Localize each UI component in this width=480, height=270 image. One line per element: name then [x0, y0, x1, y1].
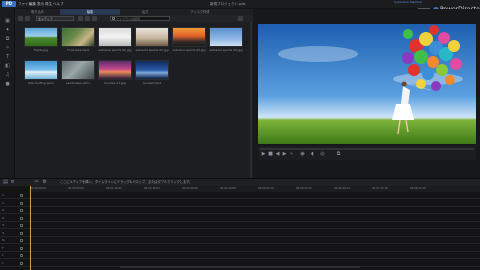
track-label: ♪ — [2, 260, 4, 265]
thumb-caption: Kite Surfing.wmv — [28, 81, 54, 85]
media-filter-select[interactable]: 全メディア — [36, 16, 74, 21]
account-link[interactable]: CyberLink Member — [394, 0, 422, 5]
fx-room-icon[interactable]: ✦ — [4, 27, 11, 33]
track-lock-icon[interactable] — [20, 254, 23, 257]
audio-mixing-icon[interactable]: ♫ — [4, 72, 11, 78]
thumb-caption: extreme sports 04.jpg — [209, 48, 243, 52]
view-audio-icon[interactable] — [92, 16, 97, 21]
view-video-icon[interactable] — [78, 16, 83, 21]
track-lock-icon[interactable] — [20, 261, 23, 265]
track-label: 1. — [2, 200, 5, 205]
thumb-caption: extreme sports 01.jpg — [98, 48, 132, 52]
timeline-track[interactable] — [0, 230, 480, 237]
play-icon[interactable]: ▶ — [261, 152, 266, 157]
timeline-track[interactable] — [0, 215, 480, 222]
stop-icon[interactable]: ■ — [268, 152, 273, 157]
thumb-caption: extreme sports 03.jpg — [172, 48, 206, 52]
library-search-input[interactable]: ライブラリの検索 — [110, 16, 170, 21]
library-menu-icon[interactable] — [238, 16, 243, 21]
timeline-track[interactable] — [0, 192, 480, 199]
menu-view[interactable]: 表示 — [37, 1, 44, 7]
timeline-track[interactable] — [0, 207, 480, 214]
thumb-sunrise-photo[interactable] — [98, 60, 132, 80]
volume-icon[interactable]: ◖ — [310, 152, 315, 157]
thumb-caption: Landscape.wmv — [65, 81, 91, 85]
menu-play[interactable]: 再生 — [45, 1, 52, 7]
track-lock-icon[interactable] — [20, 216, 23, 220]
title-room-icon[interactable]: T — [4, 54, 11, 60]
menu-edit[interactable]: 編集 — [29, 1, 36, 7]
tools-icon[interactable]: ⚙ — [42, 180, 47, 185]
track-label: 2. — [2, 215, 5, 220]
thumb-skydive-photo[interactable] — [209, 27, 243, 47]
fast-forward-icon[interactable]: » — [289, 152, 294, 157]
track-label: 1. — [2, 193, 5, 197]
track-label: 3. — [2, 223, 5, 227]
timeline-hint: ここにメディアを挿入、タイムラインにドラッグ&ドロップ、またはダブルクリックしま… — [60, 180, 193, 184]
thumb-bike-photo[interactable] — [98, 27, 132, 47]
track-label: 3. — [2, 230, 5, 235]
view-photo-icon[interactable] — [85, 16, 90, 21]
voiceover-icon[interactable]: ● — [4, 81, 11, 87]
track-lock-icon[interactable] — [20, 224, 23, 227]
pip-room-icon[interactable]: ⧉ — [4, 36, 11, 42]
track-label: T — [2, 245, 4, 250]
timeline-track[interactable] — [0, 245, 480, 252]
thumb-sunset-video[interactable] — [135, 60, 169, 80]
undock-icon[interactable]: ⧉ — [336, 152, 341, 157]
track-lock-icon[interactable] — [20, 194, 23, 197]
thumb-kite-video[interactable] — [24, 60, 58, 80]
thumb-caption: extreme sports 02.jpg — [135, 48, 169, 52]
thumb-field-photo[interactable] — [24, 27, 58, 47]
app-logo-icon: PD — [2, 1, 16, 7]
thumb-caption: Sunrise 01.jpg — [104, 81, 126, 85]
thumb-caption: Food.Kiss.mp4 — [67, 48, 89, 52]
preview-quality-icon[interactable]: ◎ — [320, 152, 325, 157]
balloon-girl-image — [258, 24, 476, 144]
plugin-icon[interactable] — [25, 16, 30, 21]
room-toolbar — [0, 8, 15, 178]
playhead[interactable] — [30, 186, 31, 270]
thumb-caption: Sunset.mp4 — [143, 81, 161, 85]
timeline-view-icon[interactable]: ≡ — [10, 180, 15, 185]
library-scrollbar[interactable] — [250, 22, 252, 177]
timeline-scrollbar[interactable] — [120, 266, 360, 268]
thumb-sunset-photo[interactable] — [172, 27, 206, 47]
track-lock-icon[interactable] — [20, 209, 23, 212]
track-lock-icon[interactable] — [20, 239, 23, 242]
timeline-track[interactable] — [0, 252, 480, 259]
track-label: 2. — [2, 208, 5, 212]
search-icon — [112, 16, 115, 20]
next-frame-icon[interactable]: ▶ — [282, 152, 287, 157]
track-lock-icon[interactable] — [20, 246, 23, 250]
thumb-video-clip[interactable] — [61, 27, 95, 47]
previous-frame-icon[interactable]: ◀ — [275, 152, 280, 157]
thumb-caption: Fields.jpg — [33, 48, 49, 52]
timeline-track[interactable] — [0, 200, 480, 207]
menu-help[interactable]: ヘルプ — [53, 1, 64, 7]
track-lock-icon[interactable] — [20, 231, 23, 235]
thumb-dirtbike-photo[interactable] — [135, 27, 169, 47]
trim-icon[interactable]: ✂ — [34, 180, 39, 185]
thumb-landscape-video[interactable] — [61, 60, 95, 80]
document-title: 新規プロジェクト.pds — [210, 2, 246, 6]
timeline-track[interactable] — [0, 237, 480, 244]
storyboard-view-icon[interactable]: ▤ — [3, 180, 8, 185]
timeline-track[interactable] — [0, 222, 480, 229]
import-icon[interactable] — [18, 16, 23, 21]
track-label: fx — [2, 238, 5, 242]
preview-video[interactable] — [258, 24, 476, 144]
particle-room-icon[interactable]: ✧ — [4, 45, 11, 51]
track-label: ♪ — [2, 253, 4, 257]
snapshot-icon[interactable]: ◉ — [300, 152, 305, 157]
preview-scrubber[interactable] — [260, 148, 474, 150]
transition-room-icon[interactable]: ◧ — [4, 63, 11, 69]
track-lock-icon[interactable] — [20, 201, 23, 205]
media-room-icon[interactable]: ▣ — [4, 18, 11, 24]
